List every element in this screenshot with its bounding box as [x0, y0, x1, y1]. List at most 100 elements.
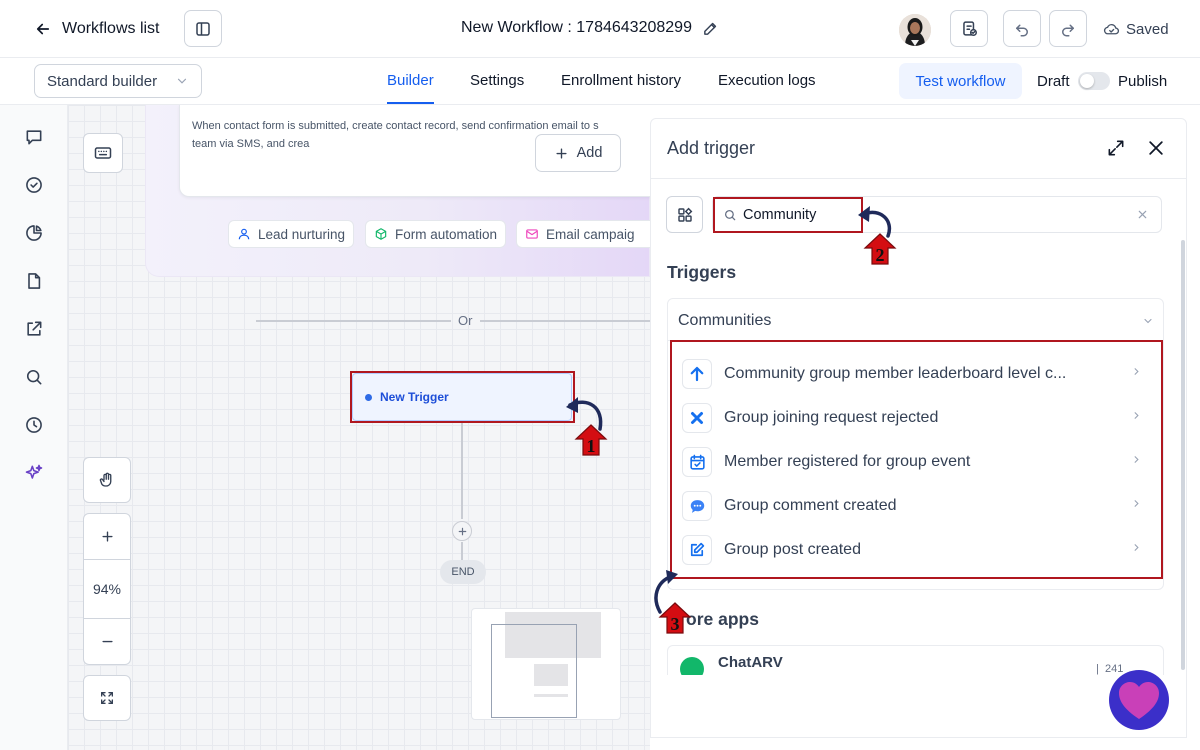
chatarv-logo: [680, 657, 704, 675]
minus-icon: [100, 634, 115, 649]
add-button[interactable]: Add: [535, 134, 621, 172]
apps-grid-button[interactable]: [666, 196, 703, 233]
check-circle-icon[interactable]: [22, 173, 46, 197]
tag-lead-nurturing[interactable]: Lead nurturing: [228, 220, 355, 248]
saved-status: Saved: [1103, 21, 1169, 38]
grid-icon: [676, 206, 694, 224]
zoom-out-button[interactable]: [84, 618, 130, 664]
annotation-marker-3: 3: [658, 601, 692, 635]
fit-view-button[interactable]: [83, 675, 131, 721]
annotation-box-1: [350, 371, 575, 423]
template-description-line2: team via SMS, and crea: [192, 138, 310, 150]
arrow-left-icon: [34, 20, 52, 38]
toggle-knob: [1080, 74, 1094, 88]
panel-title: Add trigger: [667, 138, 756, 158]
tab-execution-logs-label: Execution logs: [718, 72, 816, 89]
annotation-marker-1: 1: [574, 423, 608, 457]
pan-button[interactable]: [83, 457, 131, 503]
zoom-level: 94%: [92, 581, 122, 597]
user-icon: [237, 227, 251, 241]
pencil-icon[interactable]: [702, 20, 719, 37]
undo-icon: [1013, 20, 1031, 38]
annotation-number-3: 3: [670, 614, 680, 634]
cloud-check-icon: [1103, 21, 1120, 38]
zoom-in-button[interactable]: [84, 514, 130, 560]
plus-icon: [100, 529, 115, 544]
builder-select[interactable]: Standard builder: [34, 64, 202, 98]
close-icon[interactable]: [1146, 138, 1166, 158]
annotation-marker-2: 2: [863, 232, 897, 266]
tag-label: Lead nurturing: [258, 226, 346, 242]
tab-execution-logs[interactable]: Execution logs: [718, 72, 816, 90]
or-label: Or: [458, 313, 473, 328]
minimap-line: [534, 694, 568, 697]
publish-label: Publish: [1118, 73, 1168, 90]
add-button-label: Add: [576, 145, 603, 161]
workflow-title[interactable]: New Workflow : 1784643208299: [461, 19, 719, 37]
tab-builder-label: Builder: [387, 72, 434, 89]
add-step-button[interactable]: [452, 521, 472, 541]
pie-chart-icon[interactable]: [22, 221, 46, 245]
lets-make-it-easy-logo: [1108, 669, 1170, 731]
tab-settings-label: Settings: [470, 72, 525, 89]
expand-panel-icon[interactable]: [1106, 138, 1126, 158]
toggle-sidebar-button[interactable]: [184, 10, 222, 47]
keyboard-icon: [93, 143, 113, 163]
connector-line: [461, 423, 463, 519]
external-link-icon[interactable]: [22, 317, 46, 341]
annotation-box-3: [670, 340, 1163, 579]
tab-settings[interactable]: Settings: [470, 72, 524, 90]
sidebar-panel-icon: [194, 20, 212, 38]
builder-select-value: Standard builder: [47, 72, 158, 90]
test-workflow-button[interactable]: Test workflow: [899, 63, 1022, 99]
tab-enrollment-history[interactable]: Enrollment history: [561, 72, 681, 90]
more-apps-title: ore apps: [686, 609, 759, 629]
publish-toggle[interactable]: [1078, 72, 1110, 90]
workflow-canvas[interactable]: When contact form is submitted, create c…: [68, 105, 650, 750]
history-icon[interactable]: [22, 413, 46, 437]
or-divider-left: [256, 320, 451, 322]
avatar[interactable]: [899, 14, 931, 46]
tag-label: Form automation: [395, 226, 498, 242]
chevron-down-icon: [1142, 315, 1154, 327]
back-link[interactable]: Workflows list: [34, 18, 160, 40]
app-name: ChatARV: [718, 654, 783, 671]
redo-button[interactable]: [1049, 10, 1087, 47]
review-button[interactable]: [950, 10, 988, 47]
tab-builder[interactable]: Builder: [387, 72, 434, 104]
saved-label: Saved: [1126, 21, 1169, 38]
connector-line-2: [461, 542, 463, 560]
keyboard-button[interactable]: [83, 133, 123, 173]
test-workflow-label: Test workflow: [915, 72, 1006, 90]
tag-form-automation[interactable]: Form automation: [365, 220, 507, 248]
tab-enrollment-history-label: Enrollment history: [561, 72, 682, 89]
plus-icon: [554, 146, 569, 161]
end-label: END: [451, 566, 475, 578]
zoom-controls: 94%: [83, 513, 131, 665]
template-description-line1: When contact form is submitted, create c…: [192, 120, 599, 132]
or-divider-right: [480, 320, 650, 322]
search-icon[interactable]: [22, 365, 46, 389]
panel-header-divider: [651, 178, 1186, 179]
sparkles-icon[interactable]: [22, 461, 46, 485]
clear-search-icon[interactable]: [1137, 209, 1148, 220]
draft-label: Draft: [1037, 73, 1070, 90]
document-icon[interactable]: [22, 269, 46, 293]
message-icon[interactable]: [22, 125, 46, 149]
mail-icon: [525, 227, 539, 241]
section-title-triggers: Triggers: [667, 262, 737, 282]
hand-icon: [98, 471, 116, 489]
panel-scrollbar[interactable]: [1181, 240, 1185, 670]
workflow-title-text: New Workflow : 1784643208299: [461, 19, 692, 36]
tag-label: Email campaig: [546, 226, 635, 242]
end-node: END: [440, 560, 486, 584]
minimap[interactable]: [471, 608, 621, 720]
app-row-chatarv[interactable]: ChatARV | 241: [667, 645, 1164, 675]
plus-icon: [457, 526, 468, 537]
annotation-box-2: [713, 197, 863, 233]
undo-button[interactable]: [1003, 10, 1041, 47]
cube-icon: [374, 227, 388, 241]
clipboard-check-icon: [960, 19, 979, 38]
communities-group-header[interactable]: Communities: [678, 312, 1154, 330]
tag-email-campaign[interactable]: Email campaig: [516, 220, 650, 248]
